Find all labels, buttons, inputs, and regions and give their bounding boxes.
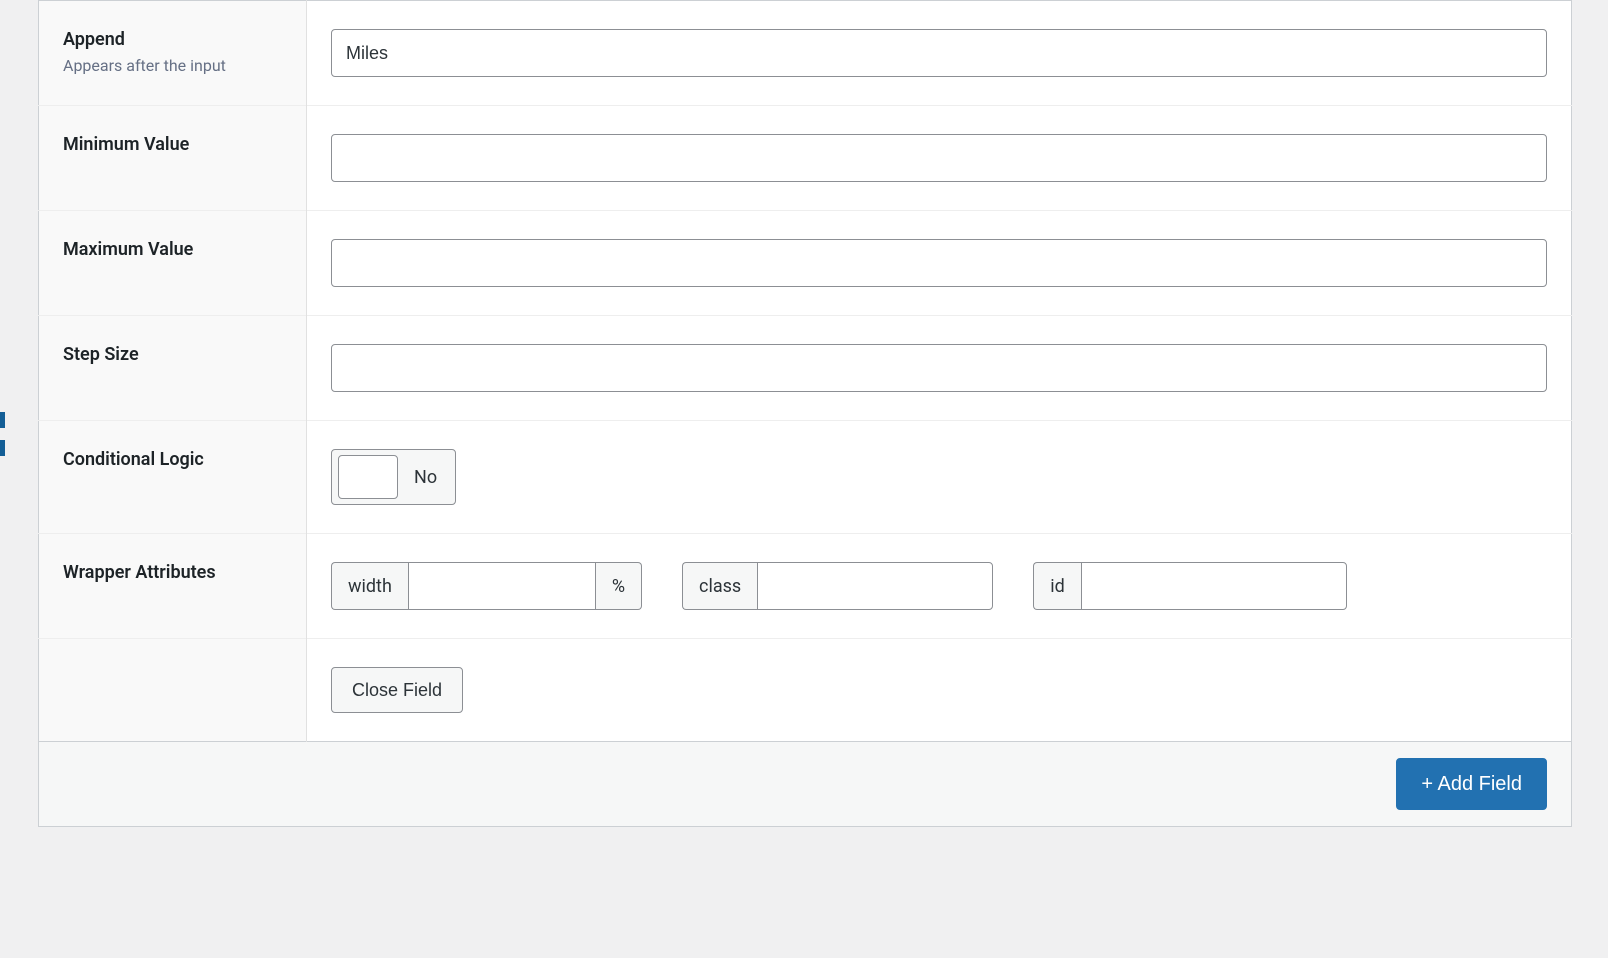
- add-field-button[interactable]: + Add Field: [1396, 758, 1547, 810]
- wrapper-width-suffix: %: [596, 562, 642, 610]
- left-edge-bar: [0, 0, 5, 863]
- maximum-value-label: Maximum Value: [63, 239, 282, 260]
- append-label: Append: [63, 29, 282, 50]
- wrapper-id-input[interactable]: [1081, 562, 1347, 610]
- row-wrapper-attributes: Wrapper Attributes width % class: [39, 534, 1572, 639]
- row-actions: Close Field: [39, 639, 1572, 742]
- append-hint: Appears after the input: [63, 56, 282, 75]
- wrapper-width-group: width %: [331, 562, 642, 610]
- minimum-value-input[interactable]: [331, 134, 1547, 182]
- wrapper-class-input[interactable]: [757, 562, 993, 610]
- row-maximum-value: Maximum Value: [39, 211, 1572, 316]
- accent-mark: [0, 440, 5, 456]
- row-conditional-logic: Conditional Logic No: [39, 421, 1572, 534]
- maximum-value-input[interactable]: [331, 239, 1547, 287]
- wrapper-class-prefix: class: [682, 562, 757, 610]
- row-append: Append Appears after the input: [39, 1, 1572, 106]
- close-field-button[interactable]: Close Field: [331, 667, 463, 713]
- footer-bar: + Add Field: [38, 742, 1572, 827]
- minimum-value-label: Minimum Value: [63, 134, 282, 155]
- wrapper-id-prefix: id: [1033, 562, 1081, 610]
- row-step-size: Step Size: [39, 316, 1572, 421]
- field-settings-table: Append Appears after the input Minimum V…: [38, 0, 1572, 742]
- append-input[interactable]: [331, 29, 1547, 77]
- wrapper-width-prefix: width: [331, 562, 408, 610]
- toggle-switch-icon: [338, 455, 398, 499]
- conditional-logic-label: Conditional Logic: [63, 449, 282, 470]
- conditional-logic-state: No: [404, 450, 455, 504]
- conditional-logic-toggle[interactable]: No: [331, 449, 456, 505]
- wrapper-class-group: class: [682, 562, 993, 610]
- step-size-label: Step Size: [63, 344, 282, 365]
- wrapper-width-input[interactable]: [408, 562, 596, 610]
- row-minimum-value: Minimum Value: [39, 106, 1572, 211]
- step-size-input[interactable]: [331, 344, 1547, 392]
- wrapper-attributes-label: Wrapper Attributes: [63, 562, 282, 583]
- wrapper-id-group: id: [1033, 562, 1347, 610]
- accent-mark: [0, 412, 5, 428]
